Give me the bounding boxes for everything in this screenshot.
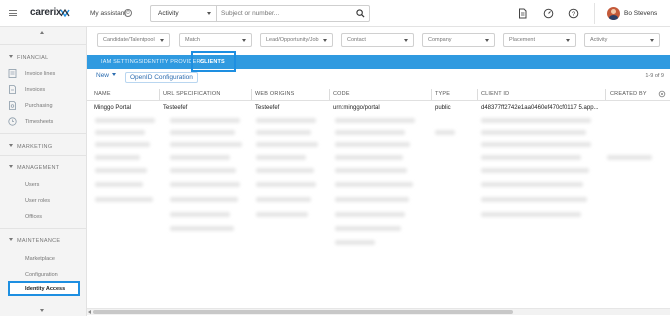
invoice-lines-icon [8, 69, 17, 78]
sidebar-divider [0, 228, 87, 229]
topbar-divider [594, 3, 595, 24]
sidebar-item-user-roles[interactable]: User roles [8, 196, 78, 208]
column-separator[interactable] [329, 89, 330, 100]
collapse-triangle-icon [9, 165, 13, 168]
section-maintenance[interactable]: MAINTENANCE [9, 238, 60, 244]
table-header: NAME URL SPECIFICATION WEB ORIGINS CODE … [87, 88, 670, 101]
timesheets-icon [8, 117, 17, 126]
chevron-down-icon [566, 39, 570, 42]
column-header-type[interactable]: TYPE [435, 91, 450, 97]
avatar[interactable] [607, 7, 620, 20]
logo-mark-icon [60, 8, 70, 18]
column-header-name[interactable]: NAME [94, 91, 111, 97]
section-marketing[interactable]: MARKETING [9, 144, 52, 150]
filter-company[interactable]: Company [422, 33, 495, 47]
chevron-down-icon [160, 39, 164, 42]
tab-iam-settings[interactable]: IAM SETTINGS [101, 59, 142, 65]
sidebar-item-invoices[interactable]: Invoices [8, 85, 78, 97]
username[interactable]: Bo Stevens [624, 10, 657, 17]
chevron-down-icon [207, 12, 211, 15]
cell-name: Minggo Portal [94, 105, 132, 111]
chevron-down-icon [485, 39, 489, 42]
sidebar-divider [0, 133, 87, 134]
clock-icon[interactable]: ⏱ [124, 9, 132, 17]
horizontal-scrollbar[interactable] [87, 308, 670, 315]
gear-icon[interactable] [658, 90, 666, 98]
cell-client-id: d48377ff2742e1aa0460ef470cf0117 5.app... [481, 105, 599, 111]
purchasing-icon [9, 101, 16, 110]
scroll-left-icon[interactable] [88, 310, 91, 314]
my-assistant-link[interactable]: My assistant [90, 10, 126, 17]
logo: carerix [30, 7, 62, 18]
sidebar-item-identity-access[interactable]: Identity Access [8, 281, 80, 296]
filter-lead-job[interactable]: Lead/Opportunity/Job [260, 33, 333, 47]
hamburger-menu-icon[interactable] [9, 10, 17, 16]
column-separator[interactable] [477, 89, 478, 100]
sidebar: FINANCIAL Invoice lines Invoices Purchas… [0, 27, 87, 316]
sidebar-item-users[interactable]: Users [8, 180, 78, 192]
cell-web-origins: Testeefef [255, 105, 280, 111]
help-icon[interactable]: ? [568, 8, 579, 19]
entity-filter-bar: Candidate/Talentpool Match Lead/Opportun… [87, 27, 670, 55]
column-header-client-id[interactable]: CLIENT ID [481, 91, 509, 97]
top-bar: carerix My assistant ⏱ Activity ? Bo Ste… [0, 0, 670, 27]
column-separator[interactable] [251, 89, 252, 100]
sidebar-item-offices[interactable]: Offices [8, 212, 78, 224]
search-icon[interactable] [356, 9, 365, 18]
chevron-down-icon [242, 39, 246, 42]
document-icon[interactable] [517, 8, 528, 19]
filter-placement[interactable]: Placement [503, 33, 576, 47]
collapse-triangle-icon [9, 55, 13, 58]
scrollbar-thumb[interactable] [93, 310, 513, 314]
column-header-created-by[interactable]: CREATED BY [610, 91, 647, 97]
sidebar-item-purchasing[interactable]: Purchasing [8, 101, 78, 113]
sidebar-item-marketplace[interactable]: Marketplace [8, 254, 78, 266]
filter-candidate[interactable]: Candidate/Talentpool [97, 33, 170, 47]
chevron-down-icon [323, 39, 327, 42]
filter-match[interactable]: Match [179, 33, 252, 47]
table-toolbar: New OpenID Configuration 1-9 of 9 [87, 70, 670, 86]
sidebar-divider [0, 44, 87, 45]
collapse-triangle-icon [9, 144, 13, 147]
table-row[interactable]: Minggo Portal Testeefef Testeefef urn:mi… [87, 103, 670, 115]
record-count: 1-9 of 9 [645, 73, 664, 79]
global-search: Activity [150, 5, 370, 22]
openid-configuration-button[interactable]: OpenID Configuration [125, 72, 198, 83]
active-tab-highlight [191, 51, 236, 72]
column-header-url-specification[interactable]: URL SPECIFICATION [163, 91, 221, 97]
column-separator[interactable] [159, 89, 160, 100]
column-header-code[interactable]: CODE [333, 91, 350, 97]
cell-url-specification: Testeefef [163, 105, 188, 111]
collapse-triangle-icon [9, 238, 13, 241]
tab-bar: IAM SETTINGS IDENTITY PROVIDERS CLIENTS [87, 55, 670, 69]
column-header-web-origins[interactable]: WEB ORIGINS [255, 91, 294, 97]
sidebar-divider [0, 155, 87, 156]
section-financial[interactable]: FINANCIAL [9, 55, 48, 61]
scroll-up-icon[interactable] [40, 31, 44, 34]
cell-type: public [435, 105, 451, 111]
section-management[interactable]: MANAGEMENT [9, 165, 59, 171]
chevron-down-icon [404, 39, 408, 42]
cell-code: urn:minggo/portal [333, 105, 380, 111]
chevron-down-icon [650, 39, 654, 42]
column-separator[interactable] [431, 89, 432, 100]
search-type-value: Activity [158, 10, 179, 17]
scroll-down-icon[interactable] [40, 309, 44, 312]
speedometer-icon[interactable] [543, 8, 554, 19]
chevron-down-icon [112, 73, 117, 76]
filter-contact[interactable]: Contact [341, 33, 414, 47]
search-type-select[interactable]: Activity [151, 6, 217, 21]
invoice-icon [9, 85, 16, 94]
sidebar-item-invoice-lines[interactable]: Invoice lines [8, 69, 78, 81]
filter-activity[interactable]: Activity [584, 33, 660, 47]
sidebar-item-timesheets[interactable]: Timesheets [8, 117, 78, 129]
new-button[interactable]: New [96, 72, 117, 79]
column-separator[interactable] [605, 89, 606, 100]
search-input[interactable] [221, 7, 351, 20]
